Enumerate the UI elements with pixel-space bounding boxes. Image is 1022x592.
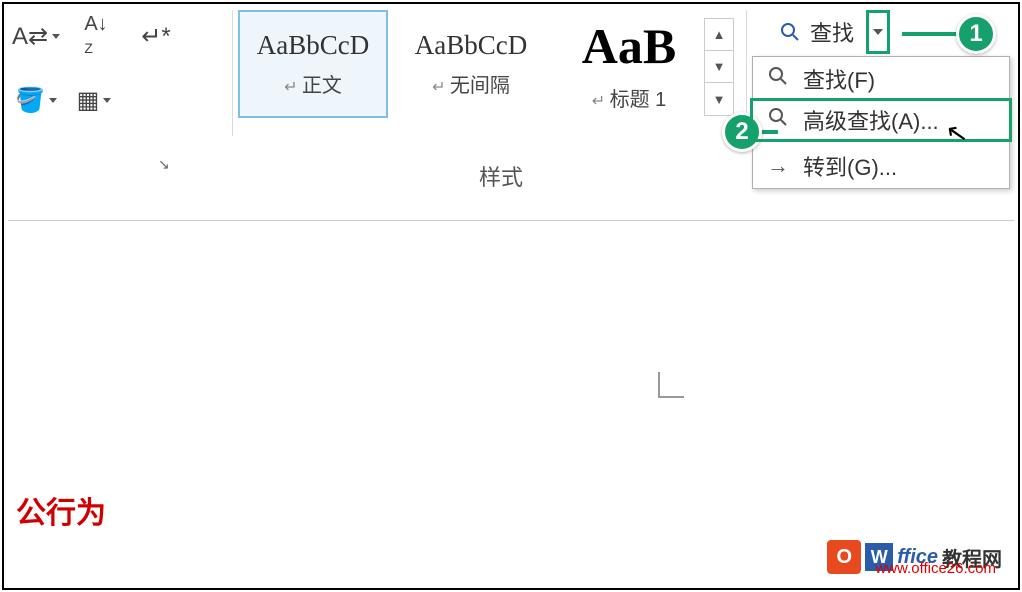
- dropdown-item-goto[interactable]: → 转到(G)...: [753, 144, 1009, 188]
- office-logo-icon: O: [827, 540, 861, 574]
- style-name: 无间隔: [432, 69, 510, 98]
- style-card-heading1[interactable]: AaB 标题 1: [554, 10, 704, 118]
- find-dropdown-menu: 查找(F) 高级查找(A)... → 转到(G)...: [752, 56, 1010, 189]
- change-case-button[interactable]: A⇄: [14, 14, 58, 58]
- find-button-wrap: 查找: [768, 10, 890, 54]
- search-icon: [767, 66, 789, 92]
- gallery-scrollbar: ▲ ▼ ▼: [704, 18, 734, 116]
- gallery-scroll-down[interactable]: ▼: [705, 51, 733, 83]
- font-toolbar-group: A⇄ A↓Z ↵* 🪣 ▦ ↘: [8, 10, 230, 126]
- dropdown-item-advanced-find[interactable]: 高级查找(A)...: [750, 98, 1012, 142]
- document-text: 公行为: [16, 488, 106, 532]
- callout-line: [902, 32, 958, 36]
- style-name: 正文: [284, 69, 342, 98]
- dropdown-item-label: 查找(F): [803, 63, 875, 95]
- dropdown-item-find[interactable]: 查找(F): [753, 57, 1009, 101]
- find-dropdown-arrow[interactable]: [866, 10, 890, 54]
- find-button[interactable]: 查找: [768, 10, 866, 54]
- document-area[interactable]: 公行为 O W ffice 教程网 www.office26.com: [8, 224, 1014, 584]
- border-icon: ▦: [77, 86, 100, 115]
- arrow-right-icon: →: [767, 153, 789, 179]
- find-label: 查找: [810, 16, 854, 48]
- page-corner-mark: [658, 372, 684, 398]
- styles-gallery: AaBbCcD 正文 AaBbCcD 无间隔 AaB 标题 1: [238, 10, 764, 118]
- search-icon: [767, 107, 789, 133]
- dropdown-item-label: 高级查找(A)...: [803, 104, 939, 136]
- borders-button[interactable]: ▦: [72, 78, 116, 122]
- style-name: 标题 1: [592, 83, 667, 112]
- dialog-launcher-icon[interactable]: ↘: [158, 156, 176, 174]
- style-preview: AaBbCcD: [415, 30, 527, 61]
- style-preview: AaB: [582, 17, 676, 75]
- style-card-normal[interactable]: AaBbCcD 正文: [238, 10, 388, 118]
- ribbon: A⇄ A↓Z ↵* 🪣 ▦ ↘: [4, 4, 1018, 204]
- ribbon-separator: [8, 220, 1014, 221]
- pilcrow-icon: ↵*: [141, 22, 170, 51]
- separator: [232, 10, 233, 136]
- change-case-icon: A⇄: [12, 22, 48, 51]
- gallery-expand[interactable]: ▼: [705, 83, 733, 115]
- paint-bucket-icon: 🪣: [15, 86, 45, 115]
- styles-group-label: 样式: [238, 160, 764, 192]
- watermark-site: www.office26.com: [875, 560, 996, 577]
- show-marks-button[interactable]: ↵*: [134, 14, 178, 58]
- styles-group: AaBbCcD 正文 AaBbCcD 无间隔 AaB 标题 1 样式 ↘: [238, 10, 764, 192]
- callout-badge-1: 1: [956, 14, 996, 54]
- shading-button[interactable]: 🪣: [14, 78, 58, 122]
- search-icon: [780, 22, 800, 42]
- watermark-logo: O W ffice 教程网 www.office26.com: [827, 540, 1002, 574]
- sort-button[interactable]: A↓Z: [74, 14, 118, 58]
- style-preview: AaBbCcD: [257, 30, 369, 61]
- sort-icon: A↓Z: [84, 13, 107, 59]
- style-card-nospacing[interactable]: AaBbCcD 无间隔: [396, 10, 546, 118]
- gallery-scroll-up[interactable]: ▲: [705, 19, 733, 51]
- dropdown-item-label: 转到(G)...: [803, 150, 897, 182]
